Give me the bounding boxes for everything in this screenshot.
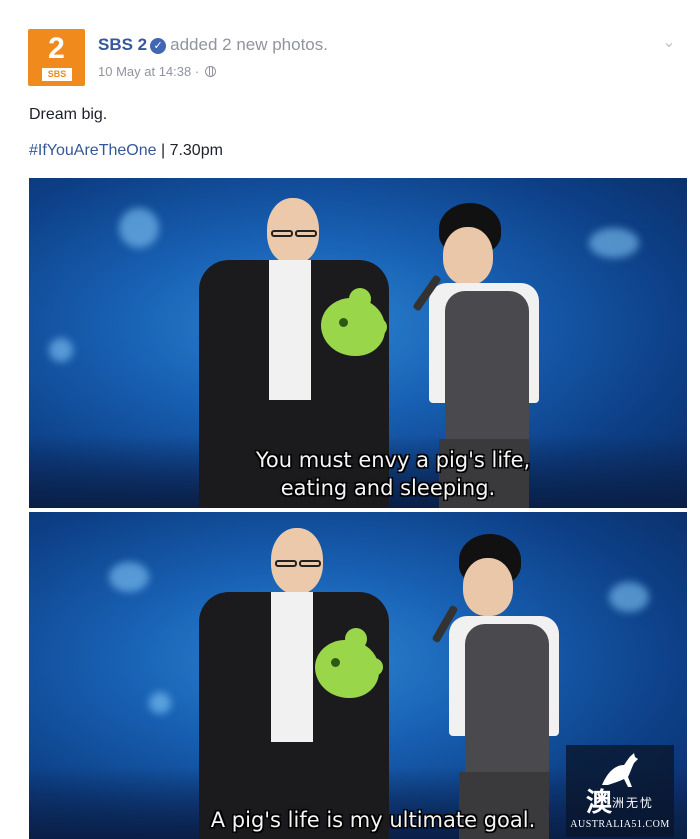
shirt — [271, 592, 313, 742]
watermark-char-small: 洲无忧 — [612, 796, 655, 810]
hashtag-link[interactable]: #IfYouAreTheOne — [29, 142, 157, 159]
plush-ear — [349, 288, 371, 310]
glasses — [275, 560, 297, 567]
post-caption: Dream big. — [29, 106, 108, 123]
chevron-down-icon[interactable]: ⌄ — [658, 32, 680, 54]
plush-ear — [369, 318, 387, 336]
verified-badge-icon: ✓ — [150, 38, 167, 54]
stage-light — [589, 228, 639, 258]
watermark-site: AUSTRALIA51.COM — [570, 819, 670, 830]
post-photo-1[interactable]: You must envy a pig's life, eating and s… — [29, 178, 687, 508]
stage-light — [109, 562, 149, 592]
avatar-brand: SBS — [42, 68, 72, 81]
vest — [445, 291, 529, 441]
subtitle-line: eating and sleeping. — [280, 476, 496, 500]
kangaroo-icon — [602, 753, 638, 787]
post-hashtag-line: #IfYouAreTheOne | 7.30pm — [29, 142, 223, 160]
vest — [465, 624, 549, 774]
plush-eye — [331, 658, 340, 667]
shirt — [269, 260, 311, 400]
avatar-number: 2 — [48, 32, 65, 65]
host-figure — [429, 534, 569, 839]
glasses — [295, 230, 317, 237]
watermark-chinese: 澳洲无忧 — [566, 787, 674, 817]
head — [443, 227, 493, 285]
glasses — [271, 230, 293, 237]
stage-light — [49, 338, 73, 362]
post-timestamp[interactable]: 10 May at 14:38 — [98, 64, 191, 79]
post-meta: 10 May at 14:38 · — [98, 64, 216, 79]
post-author-line: SBS 2 ✓ added 2 new photos. — [98, 35, 328, 55]
stage-light — [609, 582, 649, 612]
plush-ear — [345, 628, 367, 650]
watermark-char-big: 澳 — [585, 787, 612, 817]
post-photo-2[interactable]: A pig's life is my ultimate goal. 澳洲无忧 A… — [29, 512, 687, 839]
glasses — [299, 560, 321, 567]
site-watermark: 澳洲无忧 AUSTRALIA51.COM — [566, 745, 674, 837]
plush-ear — [365, 658, 383, 676]
page-avatar[interactable]: 2 SBS — [28, 29, 85, 86]
post-action-text: added 2 new photos. — [170, 35, 328, 54]
hashtag-separator: | — [160, 142, 166, 159]
stage-light — [119, 208, 159, 248]
plush-eye — [339, 318, 348, 327]
stage-light — [149, 692, 171, 714]
page-name-link[interactable]: SBS 2 — [98, 35, 147, 54]
air-time: 7.30pm — [169, 142, 223, 159]
meta-separator: · — [194, 64, 200, 79]
head — [463, 558, 513, 616]
globe-icon[interactable] — [204, 66, 216, 77]
subtitle-line: You must envy a pig's life, — [255, 448, 531, 472]
post-header: 2 SBS SBS 2 ✓ added 2 new photos. 10 May a… — [26, 26, 676, 90]
